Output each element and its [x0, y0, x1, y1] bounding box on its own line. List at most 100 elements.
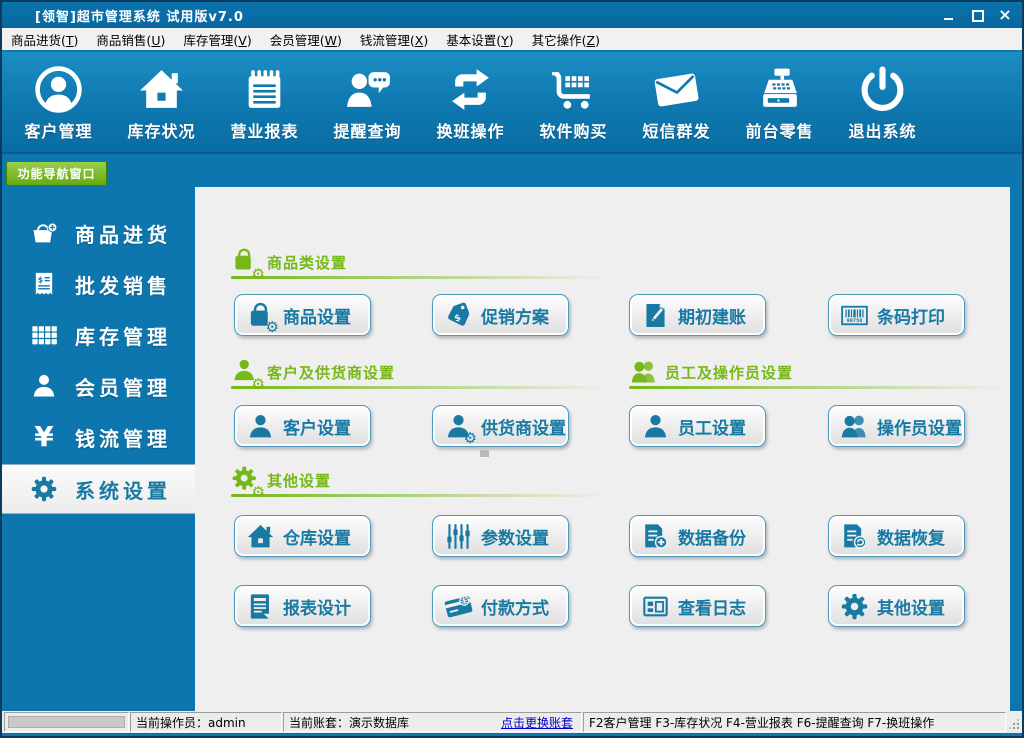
button-other-settings[interactable]: 其他设置 [828, 585, 965, 627]
button-label: 商品设置 [283, 303, 351, 328]
credit-card-icon [444, 592, 473, 621]
button-label: 参数设置 [481, 524, 549, 549]
sidebar-item-label: 系统设置 [75, 475, 171, 504]
button-operator-settings[interactable]: 操作员设置 [828, 405, 965, 447]
close-icon[interactable]: × [998, 8, 1012, 22]
status-shortcuts: F2客户管理 F3-库存状况 F4-营业报表 F6-提醒查询 F7-换班操作 [583, 712, 1006, 732]
menu-item-other-operations[interactable]: 其它操作(Z) [523, 30, 609, 49]
toolbar-shift-change[interactable]: 换班操作 [419, 52, 522, 142]
yen-icon: ¥ [29, 423, 59, 451]
status-empty-panel [4, 712, 129, 732]
person-gear-icon: ⚙ [444, 412, 473, 441]
menu-item-goods-sales[interactable]: 商品销售(U) [87, 30, 174, 49]
button-label: 条码打印 [877, 303, 945, 328]
button-warehouse-settings[interactable]: 仓库设置 [234, 515, 371, 557]
toolbar-software-purchase[interactable]: 软件购买 [522, 52, 625, 142]
menu-item-cashflow[interactable]: 钱流管理(X) [351, 30, 437, 49]
button-label: 供货商设置 [481, 414, 566, 439]
button-initial-accounts[interactable]: 期初建账 [629, 294, 766, 336]
button-label: 仓库设置 [283, 524, 351, 549]
button-employee-settings[interactable]: 员工设置 [629, 405, 766, 447]
main-content: ⚙ 商品类设置 ⚙ 商品设置 $ 促销方案 期初建账 98758 条码打印 [195, 187, 1010, 711]
menu-item-basic-settings[interactable]: 基本设置(Y) [437, 30, 522, 49]
barcode-icon: 98758 [840, 301, 869, 330]
cash-register-icon [755, 63, 804, 115]
status-empty-box [8, 716, 125, 728]
toolbar-label: 客户管理 [24, 118, 92, 142]
person-icon [246, 412, 275, 441]
basket-icon [29, 219, 59, 247]
button-promotion-plan[interactable]: $ 促销方案 [432, 294, 569, 336]
button-label: 客户设置 [283, 414, 351, 439]
svg-text:98758: 98758 [847, 317, 863, 323]
gear-icon [840, 592, 869, 621]
toolbar-label: 营业报表 [230, 118, 298, 142]
sliders-icon [444, 522, 473, 551]
toolbar-label: 前台零售 [745, 118, 813, 142]
sidebar-item-wholesale-sales[interactable]: $ 批发销售 [2, 260, 195, 308]
section-title: 其他设置 [267, 470, 331, 491]
sidebar-item-goods-purchase[interactable]: 商品进货 [2, 209, 195, 257]
sidebar-item-cashflow[interactable]: ¥ 钱流管理 [2, 413, 195, 461]
toolbar-exit-system[interactable]: 退出系统 [831, 52, 934, 142]
body-area: 功能导航窗口 商品进货 $ 批发销售 库存管理 会员管理 ¥ 钱流管理 系统设置 [2, 154, 1022, 711]
menu-item-goods-purchase[interactable]: 商品进货(T) [2, 30, 87, 49]
button-label: 操作员设置 [877, 414, 962, 439]
toolbar-label: 换班操作 [436, 118, 504, 142]
button-goods-settings[interactable]: ⚙ 商品设置 [234, 294, 371, 336]
gears-icon: ⚙ [231, 465, 261, 495]
window-title: [领智]超市管理系统 试用版v7.0 [35, 6, 244, 25]
button-customer-settings[interactable]: 客户设置 [234, 405, 371, 447]
button-view-logs[interactable]: 查看日志 [629, 585, 766, 627]
menu-item-inventory[interactable]: 库存管理(V) [174, 30, 260, 49]
gear-icon [29, 475, 59, 503]
application-window: [领智]超市管理系统 试用版v7.0 × 商品进货(T) 商品销售(U) 库存管… [0, 0, 1024, 738]
button-report-design[interactable]: 报表设计 [234, 585, 371, 627]
toolbar-customer-management[interactable]: 客户管理 [7, 52, 110, 142]
section-title: 商品类设置 [267, 252, 347, 273]
maximize-icon[interactable] [970, 8, 984, 22]
button-barcode-print[interactable]: 98758 条码打印 [828, 294, 965, 336]
toolbar-label: 退出系统 [848, 118, 916, 142]
button-data-restore[interactable]: 数据恢复 [828, 515, 965, 557]
main-toolbar: 客户管理 库存状况 营业报表 提醒查询 换班操作 软件购买 短信群发 前台零售 [2, 52, 1022, 154]
receipt-icon: $ [29, 270, 59, 298]
button-data-backup[interactable]: 数据备份 [629, 515, 766, 557]
sidebar-item-members[interactable]: 会员管理 [2, 362, 195, 410]
toolbar-label: 软件购买 [539, 118, 607, 142]
toolbar-reminder-query[interactable]: 提醒查询 [316, 52, 419, 142]
envelope-icon [652, 63, 701, 115]
button-supplier-settings[interactable]: ⚙ 供货商设置 [432, 405, 569, 447]
power-icon [858, 63, 907, 115]
toolbar-business-reports[interactable]: 营业报表 [213, 52, 316, 142]
toolbar-sms-broadcast[interactable]: 短信群发 [625, 52, 728, 142]
menu-item-members[interactable]: 会员管理(W) [261, 30, 351, 49]
button-label: 其他设置 [877, 594, 945, 619]
minimize-icon[interactable] [942, 8, 956, 22]
section-other-settings: ⚙ 其他设置 [231, 463, 611, 497]
doc-plus-icon [641, 522, 670, 551]
section-underline [231, 276, 611, 279]
section-underline [231, 494, 611, 497]
person-gear-icon: ⚙ [231, 357, 261, 387]
decorative-dot [480, 450, 489, 457]
switch-account-link[interactable]: 点击更换账套 [501, 714, 573, 731]
button-payment-method[interactable]: 付款方式 [432, 585, 569, 627]
toolbar-pos-retail[interactable]: 前台零售 [728, 52, 831, 142]
sidebar-item-inventory[interactable]: 库存管理 [2, 311, 195, 359]
status-operator: 当前操作员：admin [130, 712, 282, 732]
log-window-icon [641, 592, 670, 621]
button-parameter-settings[interactable]: 参数设置 [432, 515, 569, 557]
toolbar-label: 库存状况 [127, 118, 195, 142]
button-label: 促销方案 [481, 303, 549, 328]
section-underline [629, 386, 1007, 389]
nav-panel-tag: 功能导航窗口 [6, 161, 107, 186]
resize-grip[interactable] [1006, 716, 1020, 730]
menu-bar: 商品进货(T) 商品销售(U) 库存管理(V) 会员管理(W) 钱流管理(X) … [2, 28, 1022, 52]
title-bar: [领智]超市管理系统 试用版v7.0 × [2, 2, 1022, 28]
button-label: 付款方式 [481, 594, 549, 619]
toolbar-inventory-status[interactable]: 库存状况 [110, 52, 213, 142]
house-icon [246, 522, 275, 551]
person-icon [29, 372, 59, 400]
bag-gear-icon: ⚙ [231, 247, 261, 277]
